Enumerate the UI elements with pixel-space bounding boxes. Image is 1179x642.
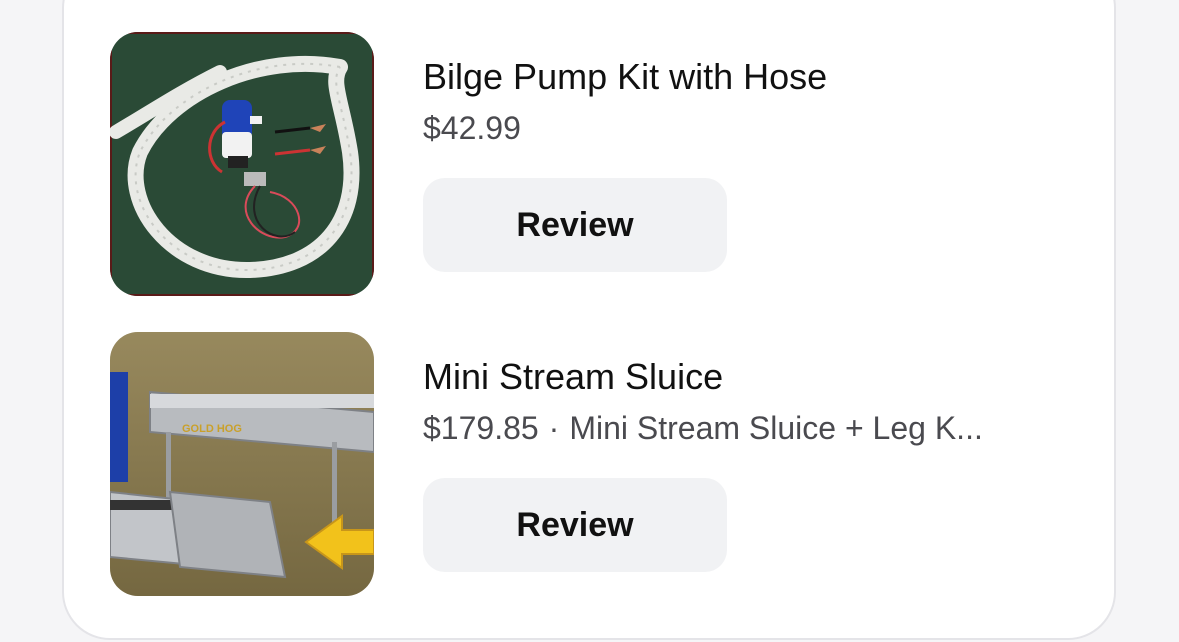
item-price: $42.99 (423, 110, 521, 146)
item-meta: $42.99 (423, 110, 521, 147)
item-title[interactable]: Mini Stream Sluice (423, 356, 723, 398)
item-title[interactable]: Bilge Pump Kit with Hose (423, 56, 827, 98)
item-price: $179.85 (423, 410, 539, 446)
meta-separator: · (548, 410, 560, 446)
product-image-bilge-pump[interactable] (110, 32, 374, 296)
review-button[interactable]: Review (423, 178, 727, 272)
bilge-pump-kit-photo-icon (110, 32, 374, 296)
stream-sluice-photo-icon: GOLD HOG (110, 332, 374, 596)
item-variant: Mini Stream Sluice + Leg K... (569, 410, 983, 446)
review-button[interactable]: Review (423, 478, 727, 572)
product-image-stream-sluice[interactable]: GOLD HOG (110, 332, 374, 596)
list-item: Bilge Pump Kit with Hose $42.99 Review (110, 32, 1110, 296)
list-item: GOLD HOG Mini Stream Sluice $179.85 · Mini… (110, 332, 1110, 596)
brand-text: GOLD HOG (182, 423, 242, 435)
item-meta: $179.85 · Mini Stream Sluice + Leg K... (423, 410, 983, 447)
